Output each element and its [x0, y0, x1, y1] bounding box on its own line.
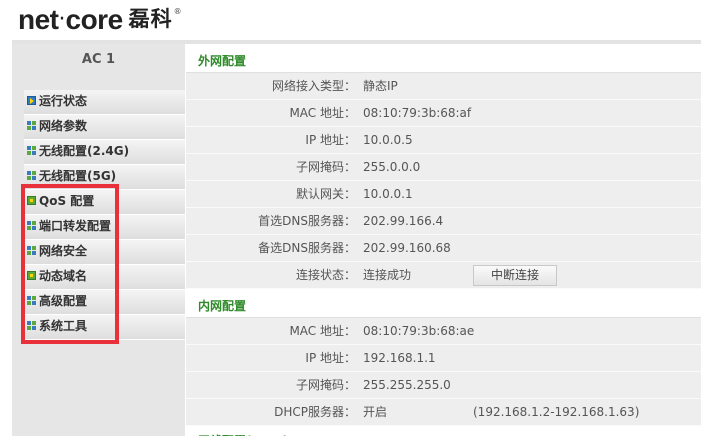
- sidebar-item-tools[interactable]: 系统工具: [24, 315, 185, 340]
- wan-section-title: 外网配置: [186, 44, 701, 73]
- table-row: MAC 地址： 08:10:79:3b:68:ae: [186, 318, 701, 345]
- sidebar-item-label: 运行状态: [39, 94, 88, 108]
- table-row: 网络接入类型： 静态IP: [186, 73, 701, 100]
- wireless-section-title: 无线配置(2.4G): [186, 426, 701, 436]
- sidebar-item-wireless-5g[interactable]: 无线配置(5G): [24, 165, 185, 190]
- table-row: 连接状态： 连接成功 中断连接: [186, 262, 701, 289]
- grid-icon: [27, 221, 36, 230]
- field-label: MAC 地址：: [289, 106, 356, 120]
- sidebar-item-port-forward[interactable]: 端口转发配置: [24, 215, 185, 240]
- field-value: 255.0.0.0: [363, 160, 421, 174]
- field-value: 202.99.166.4: [363, 214, 444, 228]
- field-value: 08:10:79:3b:68:af: [363, 106, 472, 120]
- disconnect-button[interactable]: 中断连接: [473, 265, 557, 286]
- table-row: 子网掩码： 255.0.0.0: [186, 154, 701, 181]
- grid-icon: [27, 146, 36, 155]
- field-label: 网络接入类型：: [271, 79, 356, 93]
- sidebar-item-qos[interactable]: QoS 配置: [24, 190, 185, 215]
- sidebar-item-label: QoS 配置: [39, 194, 95, 208]
- field-value: 10.0.0.5: [363, 133, 413, 147]
- sidebar-item-label: 无线配置(2.4G): [39, 144, 130, 158]
- field-label: 连接状态：: [295, 268, 356, 282]
- grid-icon: [27, 121, 36, 130]
- netcore-logo: net · core 磊科 ®: [18, 2, 182, 38]
- play-icon: [27, 96, 36, 105]
- sidebar-item-label: 动态域名: [39, 269, 88, 283]
- sidebar-menu: 运行状态 网络参数 无线配置(2.4G) 无线配置(5G) QoS 配置 端口转…: [24, 90, 185, 340]
- sidebar-item-label: 网络安全: [39, 244, 88, 258]
- table-row: IP 地址： 10.0.0.5: [186, 127, 701, 154]
- connection-status: 连接成功: [363, 268, 412, 282]
- dhcp-status: 开启: [363, 405, 388, 419]
- table-row: 默认网关： 10.0.0.1: [186, 181, 701, 208]
- field-label: 子网掩码：: [295, 378, 356, 392]
- sidebar: AC 1 运行状态 网络参数 无线配置(2.4G) 无线配置(5G) QoS 配…: [12, 44, 185, 436]
- sidebar-item-wireless-24g[interactable]: 无线配置(2.4G): [24, 140, 185, 165]
- grid-icon: [27, 296, 36, 305]
- field-label: 首选DNS服务器：: [258, 214, 356, 228]
- sidebar-item-label: 系统工具: [39, 319, 88, 333]
- sidebar-item-label: 无线配置(5G): [39, 169, 117, 183]
- sidebar-item-network[interactable]: 网络参数: [24, 115, 185, 140]
- grid-icon: [27, 171, 36, 180]
- table-row: 首选DNS服务器： 202.99.166.4: [186, 208, 701, 235]
- dot-icon: [27, 271, 36, 280]
- table-row: MAC 地址： 08:10:79:3b:68:af: [186, 100, 701, 127]
- field-label: 默认网关：: [295, 187, 356, 201]
- field-label: 备选DNS服务器：: [258, 241, 356, 255]
- field-label: IP 地址：: [305, 133, 356, 147]
- field-value: 08:10:79:3b:68:ae: [363, 324, 475, 338]
- sidebar-item-ddns[interactable]: 动态域名: [24, 265, 185, 290]
- field-value: 192.168.1.1: [363, 351, 436, 365]
- table-row: 备选DNS服务器： 202.99.160.68: [186, 235, 701, 262]
- logo-text-right: core: [65, 4, 124, 35]
- field-value: 静态IP: [363, 79, 398, 93]
- field-value: 255.255.255.0: [363, 378, 451, 392]
- table-row: DHCP服务器： 开启 (192.168.1.2-192.168.1.63): [186, 399, 701, 426]
- field-value: 202.99.160.68: [363, 241, 451, 255]
- table-row: 子网掩码： 255.255.255.0: [186, 372, 701, 399]
- dot-icon: [27, 196, 36, 205]
- field-label: DHCP服务器：: [274, 405, 356, 419]
- table-row: IP 地址： 192.168.1.1: [186, 345, 701, 372]
- sidebar-item-status[interactable]: 运行状态: [24, 90, 185, 115]
- field-label: MAC 地址：: [289, 324, 356, 338]
- grid-icon: [27, 246, 36, 255]
- header: net · core 磊科 ®: [0, 0, 701, 40]
- field-label: 子网掩码：: [295, 160, 356, 174]
- registered-mark: ®: [173, 7, 182, 16]
- sidebar-item-security[interactable]: 网络安全: [24, 240, 185, 265]
- field-label: IP 地址：: [305, 351, 356, 365]
- sidebar-item-label: 网络参数: [39, 119, 88, 133]
- grid-icon: [27, 321, 36, 330]
- logo-dot: ·: [58, 7, 66, 32]
- sidebar-item-advanced[interactable]: 高级配置: [24, 290, 185, 315]
- dhcp-range: (192.168.1.2-192.168.1.63): [473, 405, 640, 419]
- logo-text-cn: 磊科: [128, 7, 173, 31]
- logo-text-left: net: [18, 4, 59, 35]
- device-name: AC 1: [81, 52, 116, 67]
- sidebar-item-label: 高级配置: [39, 294, 88, 308]
- field-value: 10.0.0.1: [363, 187, 413, 201]
- lan-section-title: 内网配置: [186, 289, 701, 318]
- sidebar-item-label: 端口转发配置: [39, 219, 112, 233]
- main-content: 外网配置 网络接入类型： 静态IP MAC 地址： 08:10:79:3b:68…: [186, 44, 701, 436]
